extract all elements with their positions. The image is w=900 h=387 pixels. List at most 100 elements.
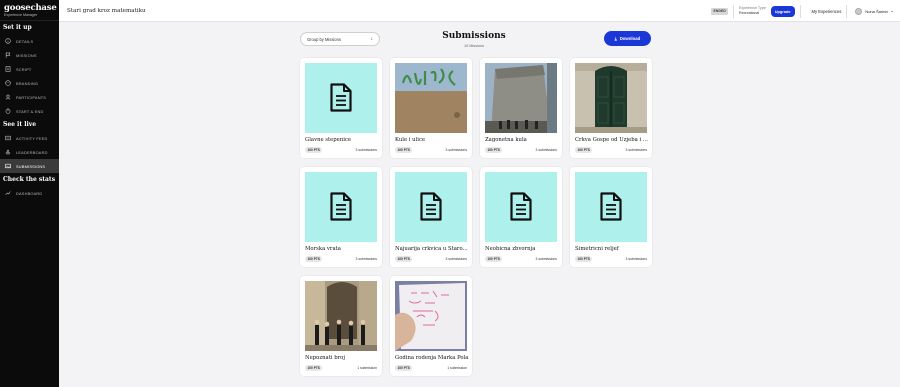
section-title-stats: Check the stats — [3, 176, 56, 183]
submission-thumbnail — [305, 281, 377, 351]
feed-icon — [4, 135, 11, 142]
submission-count: 3 submissions — [355, 257, 377, 261]
submission-thumbnail — [575, 63, 647, 133]
document-icon — [485, 172, 557, 242]
points-badge: 100 PTS — [395, 365, 413, 372]
sidebar-item-script[interactable]: SCRIPT — [0, 62, 59, 76]
sidebar-item-label: DETAILS — [16, 38, 34, 44]
sidebar-item-label: MISSIONS — [16, 52, 37, 58]
avatar — [855, 7, 863, 15]
top-bar-right: ENDED Experience Type Recreational Upgra… — [711, 0, 894, 22]
photo-icon — [4, 163, 11, 170]
flag-icon — [4, 52, 11, 59]
mission-title: Morska vrata — [305, 246, 341, 252]
mission-title: Neobicna zbvornja — [485, 246, 536, 252]
sidebar-item-dashboard[interactable]: DASHBOARD — [0, 186, 59, 200]
main-content: Group by Missions ↓ Submissions 10 Missi… — [59, 22, 900, 387]
sidebar-item-label: LEADERBOARD — [16, 149, 48, 155]
submission-card[interactable]: Kule i ulice 100 PTS 3 submissions — [390, 58, 472, 158]
submission-card[interactable]: Najuarija crkvica u Staro... 100 PTS 3 sub… — [390, 167, 472, 267]
section-title-setup: Set it up — [3, 24, 32, 31]
document-icon — [575, 172, 647, 242]
sidebar-item-label: BRANDING — [16, 80, 39, 86]
brand-name: goosechase — [4, 3, 57, 13]
points-badge: 100 PTS — [305, 365, 323, 372]
sidebar-item-branding[interactable]: BRANDING — [0, 76, 59, 90]
page-subtitle: 10 Missions — [463, 44, 485, 48]
submission-count: 3 submissions — [355, 148, 377, 152]
mission-title: Zagonetna kula — [485, 137, 527, 143]
submission-count: 1 submission — [357, 366, 377, 370]
points-badge: 100 PTS — [575, 256, 593, 263]
leaderboard-icon — [4, 149, 11, 156]
submission-count: 3 submissions — [445, 148, 467, 152]
mission-title: Nepoznati broj — [305, 355, 345, 361]
mission-title: Glavne stepenice — [305, 137, 352, 143]
mission-title: Kule i ulice — [395, 137, 426, 143]
my-experiences-link[interactable]: My Experiences — [812, 9, 842, 14]
submission-card[interactable]: Nepoznati broj 100 PTS 1 submission — [300, 276, 382, 376]
palette-icon — [4, 80, 11, 87]
download-button[interactable]: ⤓ Download — [604, 31, 651, 46]
upgrade-button[interactable]: Upgrade — [770, 5, 795, 17]
sidebar-item-leaderboard[interactable]: LEADERBOARD — [0, 145, 59, 159]
submission-count: 3 submissions — [625, 257, 647, 261]
points-badge: 100 PTS — [575, 147, 593, 154]
user-menu[interactable]: Nona Šarinić ⌄ — [855, 7, 894, 15]
sidebar-item-label: SCRIPT — [16, 66, 32, 72]
submission-card[interactable]: Morska vrata 100 PTS 3 submissions — [300, 167, 382, 267]
submission-thumbnail — [395, 63, 467, 133]
sidebar-item-submissions[interactable]: SUBMISSIONS — [0, 159, 59, 173]
submission-count: 3 submissions — [445, 257, 467, 261]
script-icon — [4, 66, 11, 73]
divider — [733, 4, 735, 18]
sidebar-item-start-end[interactable]: START & END — [0, 104, 59, 118]
submission-card[interactable]: Crkva Gospe od Uzjeba i ... 100 PTS 3 subm… — [570, 58, 652, 158]
sidebar-item-label: ACTIVITY FEED — [16, 135, 48, 141]
submission-thumbnail — [485, 63, 557, 133]
chevron-down-icon: ⌄ — [890, 8, 894, 13]
points-badge: 100 PTS — [305, 256, 323, 263]
experience-type-value: Recreational — [739, 11, 760, 15]
logo[interactable]: goosechase Experience Manager — [0, 0, 59, 21]
mission-title: Najuarija crkvica u Staro... — [395, 246, 468, 252]
sidebar-item-missions[interactable]: MISSIONS — [0, 48, 59, 62]
submission-card[interactable]: Glavne stepenice 100 PTS 3 submissions — [300, 58, 382, 158]
document-icon — [395, 172, 467, 242]
download-icon: ⤓ — [614, 36, 617, 41]
sidebar-item-activity-feed[interactable]: ACTIVITY FEED — [0, 131, 59, 145]
clock-icon — [4, 108, 11, 115]
submission-count: 3 submissions — [535, 148, 557, 152]
sidebar-item-label: PARTICIPANTS — [16, 94, 47, 100]
submission-card[interactable]: Godina rodenja Marka Pola 100 PTS 1 submis… — [390, 276, 472, 376]
document-icon — [305, 63, 377, 133]
top-bar: Stari grad kroz matematiku ENDED Experie… — [59, 0, 900, 22]
submission-card[interactable]: Neobicna zbvornja 100 PTS 3 submissions — [480, 167, 562, 267]
page-title: Submissions — [442, 31, 506, 41]
submission-card[interactable]: Zagonetna kula 100 PTS 3 submissions — [480, 58, 562, 158]
submission-card[interactable]: Simetricni reljef 100 PTS 3 submissions — [570, 167, 652, 267]
sidebar: goosechase Experience Manager Set it up … — [0, 0, 59, 387]
info-icon — [4, 38, 11, 45]
submission-count: 1 submission — [447, 366, 467, 370]
mission-title: Simetricni reljef — [575, 246, 619, 252]
experience-title: Stari grad kroz matematiku — [67, 7, 146, 14]
participants-icon — [4, 94, 11, 101]
points-badge: 100 PTS — [395, 147, 413, 154]
points-badge: 100 PTS — [485, 256, 503, 263]
document-icon — [305, 172, 377, 242]
sidebar-item-participants[interactable]: PARTICIPANTS — [0, 90, 59, 104]
group-by-label: Group by Missions — [307, 36, 341, 42]
sidebar-item-details[interactable]: DETAILS — [0, 34, 59, 48]
sidebar-item-label: SUBMISSIONS — [16, 163, 46, 169]
submission-thumbnail — [395, 281, 467, 351]
status-badge: ENDED — [711, 7, 729, 15]
download-label: Download — [619, 36, 641, 41]
user-name: Nona Šarinić — [865, 8, 889, 14]
submission-count: 3 submissions — [535, 257, 557, 261]
arrow-down-icon: ↓ — [370, 36, 374, 42]
points-badge: 100 PTS — [395, 256, 413, 263]
group-by-select[interactable]: Group by Missions ↓ — [300, 32, 380, 46]
mission-title: Godina rodenja Marka Pola — [395, 355, 469, 361]
points-badge: 100 PTS — [305, 147, 323, 154]
